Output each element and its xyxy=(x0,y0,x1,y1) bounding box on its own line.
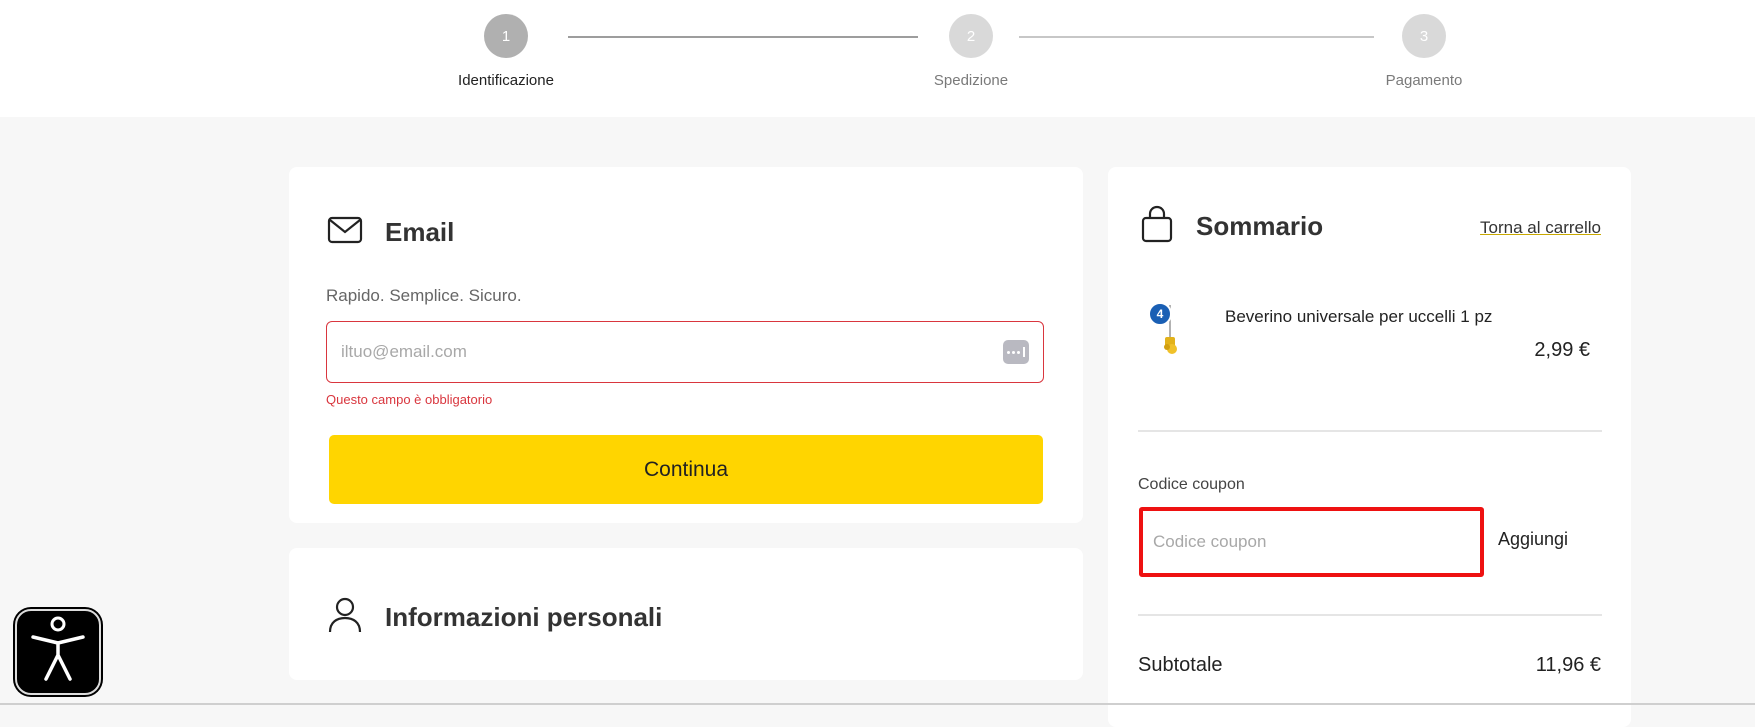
coupon-label: Codice coupon xyxy=(1138,476,1245,493)
step-identificazione[interactable]: 1 Identificazione xyxy=(426,14,586,89)
subtotal-value: 11,96 € xyxy=(1535,654,1601,676)
continue-button[interactable]: Continua xyxy=(329,435,1043,504)
step-label: Spedizione xyxy=(933,72,1009,89)
shopping-bag-icon xyxy=(1140,205,1174,248)
step-pagamento[interactable]: 3 Pagamento xyxy=(1344,14,1504,89)
envelope-icon xyxy=(327,215,363,250)
quantity-badge: 4 xyxy=(1148,302,1172,326)
user-icon xyxy=(327,596,363,639)
step-label: Pagamento xyxy=(1385,72,1463,89)
personal-info-header[interactable]: Informazioni personali xyxy=(327,596,662,639)
subtotal-label: Subtotale xyxy=(1138,654,1223,676)
accessibility-icon xyxy=(28,615,88,690)
step-number: 2 xyxy=(949,14,993,58)
product-price: 2,99 € xyxy=(1534,339,1590,361)
back-to-cart-link[interactable]: Torna al carrello xyxy=(1480,218,1601,238)
product-name: Beverino universale per uccelli 1 pz xyxy=(1225,307,1493,326)
step-number: 3 xyxy=(1402,14,1446,58)
email-header: Email xyxy=(327,215,454,250)
stepper-line-2 xyxy=(1019,36,1374,38)
checkout-stepper: 1 Identificazione 2 Spedizione 3 Pagamen… xyxy=(0,0,1755,117)
step-label: Identificazione xyxy=(458,72,554,89)
personal-info-title: Informazioni personali xyxy=(385,602,663,632)
summary-divider xyxy=(1138,614,1602,616)
step-spedizione[interactable]: 2 Spedizione xyxy=(891,14,1051,89)
summary-divider xyxy=(1138,430,1602,432)
email-input[interactable] xyxy=(341,342,1003,362)
coupon-input[interactable] xyxy=(1139,507,1484,577)
stepper-line-1 xyxy=(568,36,918,38)
password-manager-icon[interactable] xyxy=(1003,340,1029,364)
email-card: Email Rapido. Semplice. Sicuro. Questo c… xyxy=(289,167,1083,523)
email-subtitle: Rapido. Semplice. Sicuro. xyxy=(326,286,522,305)
email-title: Email xyxy=(385,217,455,247)
add-coupon-button[interactable]: Aggiungi xyxy=(1498,529,1568,550)
personal-info-card: Informazioni personali xyxy=(289,548,1083,680)
summary-title: Sommario xyxy=(1196,211,1324,241)
summary-card: Sommario Torna al carrello 4 Beverino un… xyxy=(1108,167,1631,727)
accessibility-button[interactable] xyxy=(15,609,101,695)
email-field-wrapper xyxy=(326,321,1044,383)
email-error-message: Questo campo è obbligatorio xyxy=(326,392,493,407)
summary-header: Sommario xyxy=(1140,205,1323,248)
step-number: 1 xyxy=(484,14,528,58)
cart-product-item: 4 Beverino universale per uccelli 1 pz 2… xyxy=(1140,295,1600,375)
